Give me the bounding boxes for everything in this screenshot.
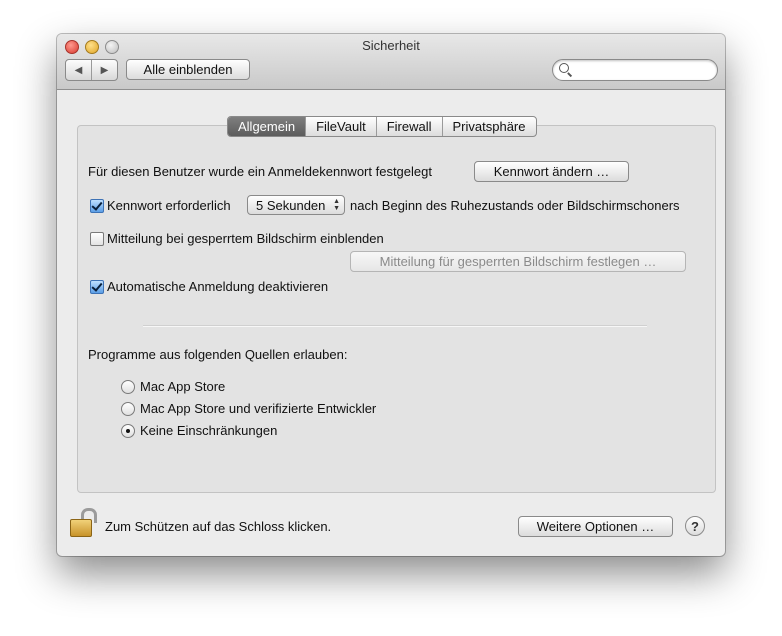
radio-identified-developers[interactable] <box>121 402 135 416</box>
separator <box>143 325 647 327</box>
titlebar: Sicherheit ◀ ▶ Alle einblenden <box>57 34 725 90</box>
password-delay-popup[interactable]: 5 Sekunden ▲ ▼ <box>247 195 345 215</box>
tab-privacy[interactable]: Privatsphäre <box>443 117 536 136</box>
back-forward-control: ◀ ▶ <box>65 59 118 81</box>
search-icon <box>559 63 569 73</box>
set-message-button[interactable]: Mitteilung für gesperrten Bildschirm fes… <box>350 251 686 272</box>
radio-anywhere[interactable] <box>121 424 135 438</box>
lock-icon[interactable] <box>67 507 97 537</box>
tab-bar: Allgemein FileVault Firewall Privatsphär… <box>227 116 537 137</box>
password-set-text: Für diesen Benutzer wurde ein Anmeldeken… <box>88 164 432 179</box>
show-all-button[interactable]: Alle einblenden <box>126 59 250 80</box>
change-password-button[interactable]: Kennwort ändern … <box>474 161 629 182</box>
lock-text: Zum Schützen auf das Schloss klicken. <box>105 519 332 534</box>
window-title: Sicherheit <box>362 38 420 53</box>
tab-firewall[interactable]: Firewall <box>377 117 443 136</box>
help-button[interactable]: ? <box>685 516 705 536</box>
tab-general[interactable]: Allgemein <box>228 117 307 136</box>
password-delay-suffix: nach Beginn des Ruhezustands oder Bildsc… <box>350 198 680 213</box>
radio-mac-app-store-label: Mac App Store <box>140 379 226 394</box>
lock-body <box>70 519 92 537</box>
require-password-label: Kennwort erforderlich <box>107 198 231 213</box>
popup-arrows-icon: ▲ ▼ <box>333 198 340 212</box>
search-field[interactable] <box>552 59 718 81</box>
password-delay-value: 5 Sekunden <box>256 197 326 213</box>
advanced-options-button[interactable]: Weitere Optionen … <box>518 516 673 537</box>
show-message-label: Mitteilung bei gesperrtem Bildschirm ein… <box>107 231 384 246</box>
radio-mac-app-store[interactable] <box>121 380 135 394</box>
radio-identified-developers-label: Mac App Store und verifizierte Entwickle… <box>140 401 377 416</box>
radio-anywhere-label: Keine Einschränkungen <box>140 423 278 438</box>
preferences-window: Sicherheit ◀ ▶ Alle einblenden Allgemein… <box>57 34 725 556</box>
forward-arrow-icon[interactable]: ▶ <box>92 60 117 80</box>
show-message-checkbox[interactable] <box>90 232 104 246</box>
disable-autologin-checkbox[interactable] <box>90 280 104 294</box>
sources-heading: Programme aus folgenden Quellen erlauben… <box>88 347 348 362</box>
back-arrow-icon[interactable]: ◀ <box>66 60 92 80</box>
require-password-checkbox[interactable] <box>90 199 104 213</box>
tab-filevault[interactable]: FileVault <box>306 117 377 136</box>
disable-autologin-label: Automatische Anmeldung deaktivieren <box>107 279 329 294</box>
